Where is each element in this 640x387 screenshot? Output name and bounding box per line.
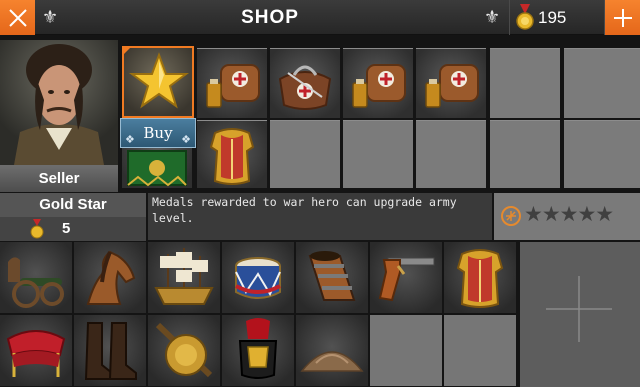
shop-slot-empty[interactable]	[490, 48, 560, 118]
medic-satchel-icon	[352, 64, 406, 108]
sailing-ship-icon	[154, 248, 214, 305]
inventory-slot-war-drum[interactable]	[222, 242, 294, 313]
plus-icon	[546, 276, 612, 342]
gold-counter: 195	[509, 0, 605, 35]
shop-slot-empty[interactable]	[343, 120, 413, 188]
gold-amount: 195	[538, 8, 567, 27]
shop-slot-medic-satchel[interactable]	[197, 48, 267, 118]
item-description: Medals rewarded to war hero can upgrade …	[152, 195, 457, 225]
gold-medal-icon	[30, 219, 44, 239]
flintlock-pistol-icon	[378, 257, 435, 302]
plumed-helmet-icon	[238, 318, 278, 379]
item-level-value: 5	[62, 220, 71, 237]
shop-slot-medic-satchel[interactable]	[343, 48, 413, 118]
gold-medal-icon	[516, 4, 534, 30]
medic-satchel-icon	[206, 64, 260, 108]
plus-icon	[613, 8, 632, 27]
inventory-grid	[0, 242, 520, 387]
cuirass-icon	[456, 249, 504, 308]
cavalry-horse-icon	[86, 250, 136, 305]
close-button[interactable]	[0, 0, 35, 35]
item-name: Gold Star	[0, 193, 146, 217]
inventory-slot-gunpowder-pile[interactable]	[296, 315, 368, 386]
fleur-ornament-icon: ⚜	[42, 7, 59, 27]
inventory-slot-plumed-helmet[interactable]	[222, 315, 294, 386]
add-gold-button[interactable]	[605, 0, 640, 35]
seller-portrait	[0, 40, 118, 165]
gold-star-icon	[129, 52, 189, 109]
inventory-slot-cuirass[interactable]	[444, 242, 516, 313]
rank-stars: ★★★★★	[524, 203, 614, 226]
gunpowder-pile-icon	[300, 351, 364, 372]
top-bar: ⚜ SHOP ⚜ 195	[0, 0, 640, 35]
shop-slot-empty[interactable]	[270, 120, 340, 188]
shop-slot-empty[interactable]	[490, 120, 560, 188]
inventory-slot-empty[interactable]	[370, 315, 442, 386]
inventory-slot-flintlock-pistol[interactable]	[370, 242, 442, 313]
buy-ornament-icon: ❖	[125, 133, 135, 146]
inventory-slot-saddle[interactable]	[0, 315, 72, 386]
buy-button[interactable]: ❖ Buy ❖	[120, 118, 196, 148]
seller-label: Seller	[0, 165, 118, 192]
shop-slot-cuirass[interactable]	[197, 120, 267, 188]
saddle-icon	[6, 330, 66, 377]
shop-grid: ❖ Buy ❖	[120, 40, 640, 190]
close-icon	[8, 8, 27, 27]
inventory-slot-cavalry-horse[interactable]	[74, 242, 146, 313]
surgeon-kit-icon	[278, 65, 332, 110]
inventory-slot-cannon-barrel[interactable]	[296, 242, 368, 313]
riding-boots-icon	[84, 322, 137, 380]
shop-slot-empty[interactable]	[416, 120, 486, 188]
shop-slot-empty[interactable]	[564, 120, 640, 188]
inventory-slot-lion-figurehead[interactable]	[148, 315, 220, 386]
add-slot-button[interactable]	[520, 242, 640, 387]
field-cannon-icon	[8, 257, 64, 308]
page-title: SHOP	[241, 7, 299, 28]
seller-face-icon	[14, 44, 104, 165]
war-drum-icon	[235, 257, 281, 299]
rank-panel: ★★★★★	[494, 193, 640, 240]
buy-label: Buy	[143, 124, 173, 142]
inventory-slot-field-cannon[interactable]	[0, 242, 72, 313]
shop-slot-surgeon-kit[interactable]	[270, 48, 340, 118]
rank-insignia-icon	[501, 206, 521, 226]
inventory-slot-sailing-ship[interactable]	[148, 242, 220, 313]
lion-figurehead-icon	[155, 322, 213, 378]
shop-slot-medic-satchel[interactable]	[416, 48, 486, 118]
shop-slot-gold-star[interactable]	[122, 46, 194, 118]
fleur-ornament-icon: ⚜	[484, 7, 501, 27]
cuirass-icon	[209, 128, 255, 185]
inventory-slot-empty[interactable]	[444, 315, 516, 386]
item-description-box: Medals rewarded to war hero can upgrade …	[148, 193, 492, 240]
inventory-slot-riding-boots[interactable]	[74, 315, 146, 386]
item-level: 5	[0, 217, 146, 241]
buy-ornament-icon: ❖	[181, 133, 191, 146]
medic-satchel-icon	[425, 64, 479, 108]
cannon-barrel-icon	[308, 251, 356, 301]
shop-slot-empty[interactable]	[564, 48, 640, 118]
